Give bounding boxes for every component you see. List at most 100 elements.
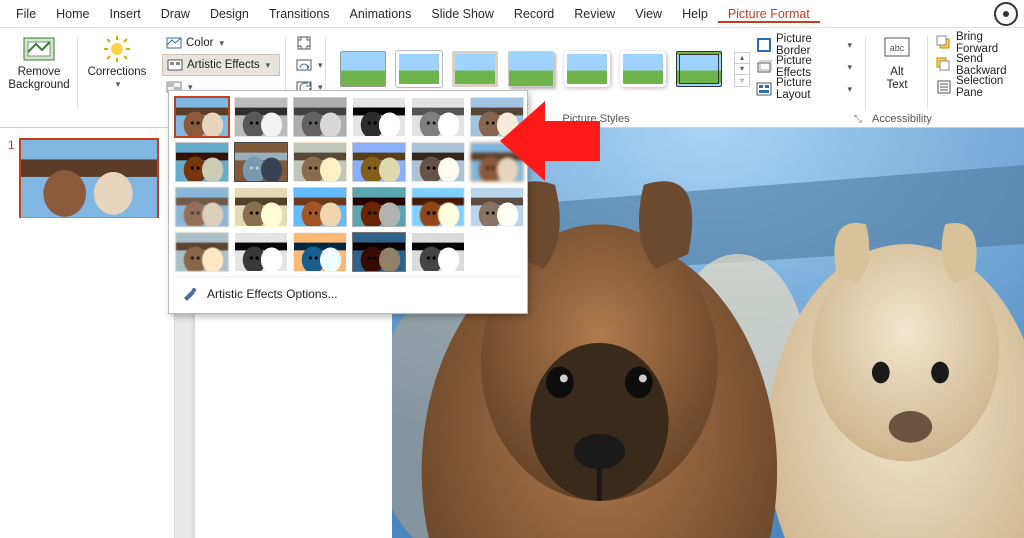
style-beige-mat[interactable] bbox=[452, 51, 498, 87]
picture-layout-button[interactable]: Picture Layout ▾ bbox=[752, 78, 856, 100]
menu-picture-format[interactable]: Picture Format bbox=[718, 5, 820, 23]
artistic-effect-option-15[interactable] bbox=[352, 187, 406, 227]
menu-help[interactable]: Help bbox=[672, 5, 718, 23]
artistic-effect-option-12[interactable] bbox=[175, 187, 229, 227]
chevron-down-icon: ▾ bbox=[266, 60, 271, 71]
chevron-down-icon: ▾ bbox=[318, 60, 323, 71]
alpaca-thumbnail-image bbox=[21, 140, 157, 218]
artistic-effect-option-19[interactable] bbox=[234, 232, 288, 272]
menu-draw[interactable]: Draw bbox=[151, 5, 200, 23]
artistic-effect-option-17[interactable] bbox=[470, 187, 524, 227]
menu-animations[interactable]: Animations bbox=[340, 5, 422, 23]
artistic-effect-option-9[interactable] bbox=[352, 142, 406, 182]
alt-text-label: Alt Text bbox=[886, 66, 907, 92]
chevron-down-icon: ▾ bbox=[219, 38, 224, 49]
border-icon bbox=[756, 37, 772, 53]
menu-bar: File Home Insert Draw Design Transitions… bbox=[0, 0, 1024, 28]
selection-pane-button[interactable]: Selection Pane bbox=[934, 76, 1010, 98]
chevron-down-icon: ▾ bbox=[116, 79, 121, 89]
sun-icon bbox=[100, 34, 134, 64]
chevron-down-icon: ▾ bbox=[847, 84, 852, 95]
picture-color-icon bbox=[166, 35, 182, 51]
style-reflected-rounded[interactable] bbox=[564, 51, 610, 87]
style-double-frame[interactable] bbox=[676, 51, 722, 87]
send-backward-button[interactable]: Send Backward bbox=[934, 54, 1010, 76]
remove-background-label: Remove Background bbox=[8, 66, 69, 92]
artistic-effect-option-8[interactable] bbox=[293, 142, 347, 182]
artistic-effect-option-7[interactable] bbox=[234, 142, 288, 182]
artistic-effect-option-10[interactable] bbox=[411, 142, 465, 182]
camera-icon[interactable] bbox=[994, 2, 1018, 26]
bring-forward-icon bbox=[936, 35, 952, 51]
send-backward-icon bbox=[936, 57, 952, 73]
menu-file[interactable]: File bbox=[6, 5, 46, 23]
style-gallery-spinner: ▴ ▾ ▿ bbox=[734, 52, 750, 87]
slide-number-label: 1 bbox=[8, 138, 15, 152]
picture-border-label: Picture Border bbox=[776, 33, 841, 57]
menu-slideshow[interactable]: Slide Show bbox=[421, 5, 504, 23]
alt-text-icon: abc bbox=[880, 34, 914, 64]
menu-record[interactable]: Record bbox=[504, 5, 564, 23]
artistic-effect-option-5[interactable] bbox=[470, 97, 524, 137]
artistic-effect-option-2[interactable] bbox=[293, 97, 347, 137]
picture-effects-label: Picture Effects bbox=[776, 55, 841, 79]
artistic-effect-option-22[interactable] bbox=[411, 232, 465, 272]
menu-view[interactable]: View bbox=[625, 5, 672, 23]
artistic-effect-option-18[interactable] bbox=[175, 232, 229, 272]
corrections-button[interactable]: Corrections ▾ bbox=[84, 32, 150, 92]
artistic-effect-option-3[interactable] bbox=[352, 97, 406, 137]
style-simple-frame[interactable] bbox=[340, 51, 386, 87]
send-backward-label: Send Backward bbox=[956, 53, 1008, 77]
corrections-label: Corrections bbox=[88, 66, 147, 79]
artistic-effect-option-13[interactable] bbox=[234, 187, 288, 227]
bring-forward-button[interactable]: Bring Forward bbox=[934, 32, 1010, 54]
gallery-more-button[interactable]: ▿ bbox=[735, 75, 749, 86]
artistic-effects-popup: Artistic Effects Options... bbox=[168, 90, 528, 314]
effects-icon bbox=[756, 59, 772, 75]
style-soft-edge[interactable] bbox=[620, 51, 666, 87]
chevron-down-icon: ▾ bbox=[847, 62, 852, 73]
artistic-effect-option-16[interactable] bbox=[411, 187, 465, 227]
alt-text-button[interactable]: abc Alt Text bbox=[872, 32, 922, 94]
artistic-effect-option-4[interactable] bbox=[411, 97, 465, 137]
color-label: Color bbox=[186, 37, 213, 49]
artistic-effect-option-14[interactable] bbox=[293, 187, 347, 227]
selection-pane-icon bbox=[936, 79, 952, 95]
style-white-mat[interactable] bbox=[396, 51, 442, 87]
artistic-effects-icon bbox=[167, 57, 183, 73]
compress-pictures-button[interactable] bbox=[292, 32, 320, 54]
change-picture-button[interactable]: ▾ bbox=[292, 54, 320, 76]
gallery-up-button[interactable]: ▴ bbox=[735, 53, 749, 64]
compress-icon bbox=[296, 35, 312, 51]
change-picture-icon bbox=[296, 57, 312, 73]
artistic-effects-button[interactable]: Artistic Effects ▾ bbox=[162, 54, 280, 76]
artistic-effect-option-0[interactable] bbox=[175, 97, 229, 137]
picture-styles-dialog-launcher[interactable]: ⤡ bbox=[852, 113, 864, 125]
artistic-effects-label: Artistic Effects bbox=[187, 59, 260, 71]
accessibility-group-label: Accessibility bbox=[872, 111, 922, 125]
picture-layout-label: Picture Layout bbox=[776, 77, 841, 101]
remove-background-icon bbox=[22, 34, 56, 64]
picture-border-button[interactable]: Picture Border▾ bbox=[752, 34, 856, 56]
menu-home[interactable]: Home bbox=[46, 5, 99, 23]
remove-background-button[interactable]: Remove Background bbox=[6, 32, 72, 94]
artistic-effect-option-1[interactable] bbox=[234, 97, 288, 137]
artistic-effects-options-button[interactable]: Artistic Effects Options... bbox=[175, 276, 521, 309]
menu-review[interactable]: Review bbox=[564, 5, 625, 23]
gallery-down-button[interactable]: ▾ bbox=[735, 64, 749, 75]
artistic-effect-option-11[interactable] bbox=[470, 142, 524, 182]
artistic-effects-grid bbox=[175, 97, 521, 272]
picture-effects-button[interactable]: Picture Effects ▾ bbox=[752, 56, 856, 78]
style-drop-shadow[interactable] bbox=[508, 51, 554, 87]
menu-transitions[interactable]: Transitions bbox=[259, 5, 340, 23]
slide-thumbnail-1[interactable] bbox=[19, 138, 159, 218]
menu-insert[interactable]: Insert bbox=[100, 5, 151, 23]
bring-forward-label: Bring Forward bbox=[956, 31, 1008, 55]
artistic-effects-options-label: Artistic Effects Options... bbox=[207, 287, 338, 301]
menu-design[interactable]: Design bbox=[200, 5, 259, 23]
artistic-effect-option-20[interactable] bbox=[293, 232, 347, 272]
artistic-effect-option-6[interactable] bbox=[175, 142, 229, 182]
artistic-effect-option-21[interactable] bbox=[352, 232, 406, 272]
color-button[interactable]: Color ▾ bbox=[162, 32, 280, 54]
layout-icon bbox=[756, 81, 772, 97]
